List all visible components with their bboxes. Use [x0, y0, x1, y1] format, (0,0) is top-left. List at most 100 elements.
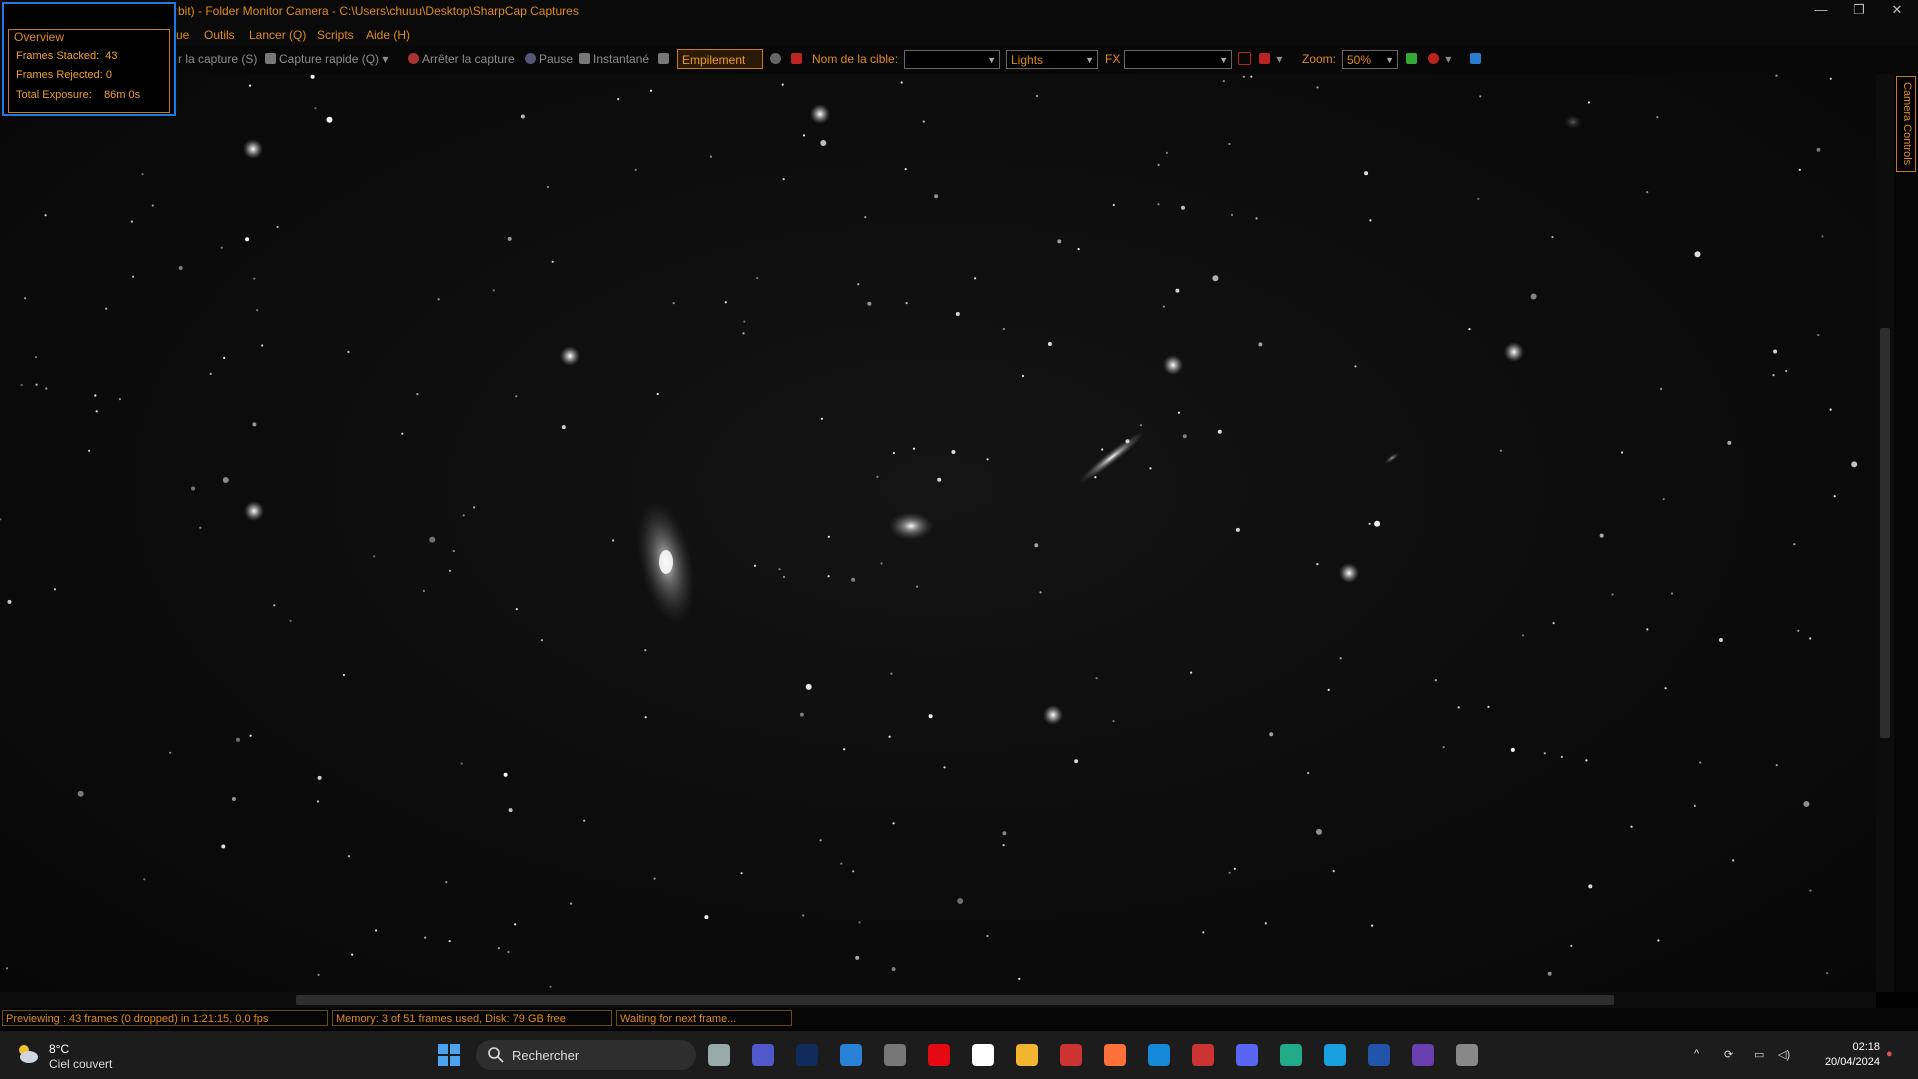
menu-scripts[interactable]: Scripts: [317, 28, 354, 42]
star: [1074, 759, 1079, 764]
guide-icon[interactable]: [1470, 52, 1484, 66]
weather-condition[interactable]: Ciel couvert: [49, 1057, 112, 1071]
app-14-icon[interactable]: [1280, 1044, 1302, 1066]
target-name-select[interactable]: ▼: [904, 50, 1000, 69]
star: [422, 589, 425, 593]
camera-controls-tab[interactable]: Camera Controls: [1896, 76, 1916, 172]
star: [724, 301, 727, 304]
star: [1664, 687, 1667, 690]
bright-star: [243, 139, 263, 159]
overview-panel: Overview Frames Stacked: 43 Frames Rejec…: [2, 2, 176, 116]
snapshot-button[interactable]: Instantané: [579, 52, 649, 66]
small-galaxy: [1384, 452, 1400, 464]
app-15-icon[interactable]: [1324, 1044, 1346, 1066]
system-clock[interactable]: 02:18 20/04/2024: [1810, 1040, 1880, 1070]
teams-icon[interactable]: [752, 1044, 774, 1066]
star: [7, 599, 12, 604]
star: [934, 194, 939, 199]
plus-app-icon[interactable]: [972, 1044, 994, 1066]
zoom-select[interactable]: 50% ▼: [1342, 50, 1398, 69]
star: [326, 116, 333, 123]
store-icon[interactable]: [840, 1044, 862, 1066]
pause-button[interactable]: Pause: [525, 52, 573, 66]
live-stack-icon[interactable]: [658, 52, 672, 66]
menu-view[interactable]: ue: [176, 28, 189, 42]
edge-on-galaxy: [1078, 430, 1146, 484]
star: [1477, 197, 1480, 200]
weather-temperature[interactable]: 8°C: [49, 1042, 69, 1056]
start-capture-button[interactable]: r la capture (S): [178, 52, 257, 66]
horizontal-scrollbar[interactable]: [0, 992, 1876, 1008]
scroll-thumb[interactable]: [296, 995, 1614, 1005]
star: [864, 216, 867, 219]
app-12-icon[interactable]: [1192, 1044, 1214, 1066]
discord-icon[interactable]: [1236, 1044, 1258, 1066]
edge-icon[interactable]: [1148, 1044, 1170, 1066]
star: [1112, 720, 1115, 723]
frame-type-select[interactable]: Lights ▼: [1006, 50, 1098, 69]
network-icon[interactable]: ▭: [1754, 1048, 1764, 1061]
record-icon[interactable]: [770, 52, 784, 66]
star: [1530, 293, 1537, 300]
tray-overflow-icon[interactable]: ^: [1694, 1048, 1699, 1060]
star: [191, 486, 196, 491]
scroll-thumb[interactable]: [1880, 328, 1890, 738]
minimize-button[interactable]: —: [1806, 2, 1836, 20]
star: [347, 855, 351, 858]
star: [1339, 657, 1342, 660]
app-18-icon[interactable]: [1456, 1044, 1478, 1066]
star: [1657, 939, 1660, 942]
star: [105, 307, 108, 310]
star: [742, 332, 745, 335]
app-17-icon[interactable]: [1412, 1044, 1434, 1066]
vertical-scrollbar[interactable]: [1876, 74, 1894, 992]
menu-tools[interactable]: Outils: [204, 28, 235, 42]
task-view-icon[interactable]: [708, 1044, 730, 1066]
star: [1543, 752, 1546, 755]
notification-icon[interactable]: ●: [1886, 1048, 1893, 1060]
roi-icon[interactable]: [1238, 52, 1254, 67]
star: [199, 526, 202, 529]
star: [802, 134, 806, 137]
star: [781, 83, 784, 86]
menu-help[interactable]: Aide (H): [366, 28, 410, 42]
star: [1307, 771, 1310, 775]
taskbar-search[interactable]: Rechercher: [476, 1040, 696, 1070]
volume-icon[interactable]: ◁): [1778, 1048, 1790, 1061]
cloudy-weather-icon[interactable]: [14, 1040, 40, 1066]
tools-icon[interactable]: ▾: [1428, 52, 1451, 66]
star: [858, 921, 861, 924]
side-panel: Camera Controls: [1894, 74, 1918, 992]
app-16-icon[interactable]: [1368, 1044, 1390, 1066]
star: [743, 320, 746, 323]
restore-button[interactable]: ❐: [1844, 2, 1874, 20]
stop-capture-button[interactable]: Arrêter la capture: [408, 52, 515, 66]
star: [957, 898, 964, 904]
star: [1809, 889, 1812, 892]
file-explorer-icon[interactable]: [1016, 1044, 1038, 1066]
stacking-button[interactable]: Empilement: [677, 49, 763, 69]
crosshair-icon[interactable]: ▾: [1259, 52, 1282, 66]
star: [141, 173, 144, 176]
menu-bar: ue Outils Lancer (Q) Scripts Aide (H): [0, 22, 1918, 46]
netflix-icon[interactable]: [928, 1044, 950, 1066]
star: [951, 450, 956, 454]
menu-launch[interactable]: Lancer (Q): [249, 28, 306, 42]
spiral-galaxy: [637, 501, 695, 623]
photoshop-icon[interactable]: [796, 1044, 818, 1066]
firefox-icon[interactable]: [1104, 1044, 1126, 1066]
app-8-icon[interactable]: [1060, 1044, 1082, 1066]
start-button[interactable]: [438, 1044, 460, 1066]
quick-capture-button[interactable]: Capture rapide (Q) ▾: [265, 52, 388, 66]
star: [1775, 764, 1778, 767]
close-button[interactable]: ✕: [1882, 2, 1912, 20]
calculator-icon[interactable]: [884, 1044, 906, 1066]
fx-select[interactable]: ▼: [1124, 50, 1232, 69]
image-viewer[interactable]: [0, 74, 1876, 992]
star: [256, 309, 259, 312]
histogram-icon[interactable]: [791, 52, 805, 66]
star: [35, 383, 38, 386]
bright-star: [560, 346, 580, 366]
sync-icon[interactable]: ⟳: [1724, 1048, 1733, 1061]
graph-icon[interactable]: [1406, 52, 1420, 66]
